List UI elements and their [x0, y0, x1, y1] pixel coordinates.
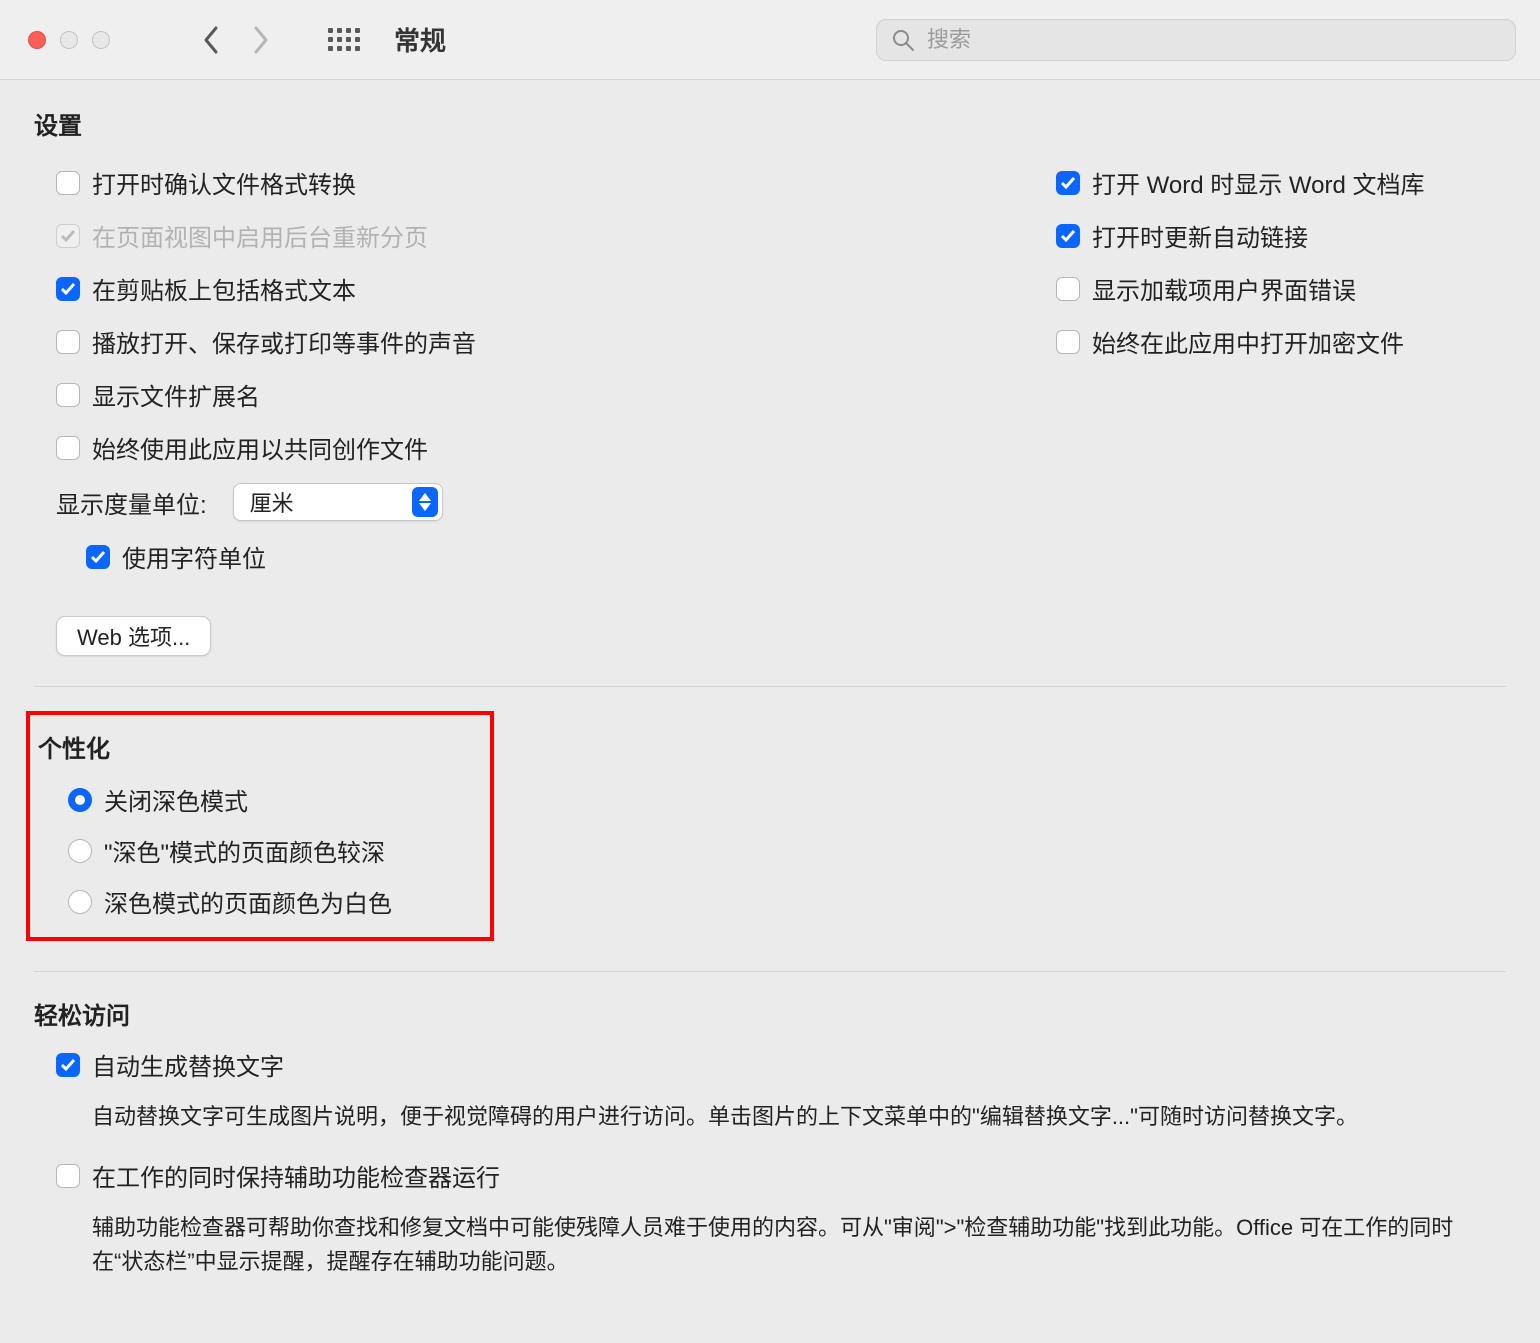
- checkbox-label: 始终使用此应用以共同创作文件: [92, 430, 428, 465]
- radio-dark-off[interactable]: 关闭深色模式: [68, 782, 480, 817]
- section-title-personalization: 个性化: [38, 729, 480, 764]
- divider: [34, 686, 1506, 687]
- checkbox: [56, 224, 80, 248]
- setting-coauthor-files[interactable]: 始终使用此应用以共同创作文件: [56, 430, 1032, 465]
- checkbox-label: 自动生成替换文字: [92, 1047, 284, 1082]
- close-window-button[interactable]: [28, 31, 46, 49]
- checkbox-label: 在剪贴板上包括格式文本: [92, 271, 356, 306]
- measurement-select[interactable]: 厘米: [233, 483, 443, 521]
- checkbox-label: 在页面视图中启用后台重新分页: [92, 218, 428, 253]
- toolbar: 常规: [0, 0, 1540, 80]
- checkbox-label: 显示加载项用户界面错误: [1092, 271, 1356, 306]
- nav-arrows: [200, 28, 272, 52]
- measure-label: 显示度量单位:: [56, 485, 207, 520]
- setting-show-extensions[interactable]: 显示文件扩展名: [56, 377, 1032, 412]
- search-input[interactable]: [927, 27, 1501, 53]
- checkbox[interactable]: [1056, 171, 1080, 195]
- setting-update-links[interactable]: 打开时更新自动链接: [1056, 218, 1506, 253]
- search-box[interactable]: [876, 19, 1516, 61]
- setting-addin-ui-errors[interactable]: 显示加载项用户界面错误: [1056, 271, 1506, 306]
- divider: [34, 971, 1506, 972]
- chevron-right-icon: [250, 25, 270, 55]
- setting-show-gallery[interactable]: 打开 Word 时显示 Word 文档库: [1056, 165, 1506, 200]
- setting-background-repagination: 在页面视图中启用后台重新分页: [56, 218, 1032, 253]
- checkbox-label: 在工作的同时保持辅助功能检查器运行: [92, 1158, 500, 1193]
- settings-right-column: 打开 Word 时显示 Word 文档库 打开时更新自动链接 显示加载项用户界面…: [1056, 157, 1506, 656]
- settings-left-column: 打开时确认文件格式转换 在页面视图中启用后台重新分页 在剪贴板上包括格式文本 播…: [34, 157, 1032, 656]
- checkbox[interactable]: [56, 436, 80, 460]
- maximize-window-button[interactable]: [92, 31, 110, 49]
- web-options-button[interactable]: Web 选项...: [56, 616, 211, 656]
- checkbox[interactable]: [56, 330, 80, 354]
- radio-dark-page-dark[interactable]: "深色"模式的页面颜色较深: [68, 833, 480, 868]
- checkbox[interactable]: [56, 171, 80, 195]
- setting-confirm-conversion[interactable]: 打开时确认文件格式转换: [56, 165, 1032, 200]
- checkbox-label: 打开时确认文件格式转换: [92, 165, 356, 200]
- back-button[interactable]: [200, 28, 224, 52]
- checkbox[interactable]: [56, 1053, 80, 1077]
- updown-icon: [412, 487, 438, 517]
- content: 设置 打开时确认文件格式转换 在页面视图中启用后台重新分页 在剪贴板上包括格式文…: [0, 80, 1540, 1343]
- setting-use-char-unit[interactable]: 使用字符单位: [86, 539, 1032, 574]
- setting-measurement-unit: 显示度量单位: 厘米: [56, 483, 1032, 521]
- radio[interactable]: [68, 788, 92, 812]
- setting-play-sounds[interactable]: 播放打开、保存或打印等事件的声音: [56, 324, 1032, 359]
- section-title-accessibility: 轻松访问: [34, 996, 1506, 1031]
- forward-button[interactable]: [248, 28, 272, 52]
- checkbox-label: 播放打开、保存或打印等事件的声音: [92, 324, 476, 359]
- page-title: 常规: [394, 21, 446, 58]
- checkbox[interactable]: [56, 277, 80, 301]
- setting-keep-accessibility-checker[interactable]: 在工作的同时保持辅助功能检查器运行: [56, 1158, 1506, 1193]
- section-title-settings: 设置: [34, 106, 1506, 141]
- checkbox-label: 使用字符单位: [122, 539, 266, 574]
- checkbox[interactable]: [1056, 277, 1080, 301]
- helper-text-auto-alt: 自动替换文字可生成图片说明，便于视觉障碍的用户进行访问。单击图片的上下文菜单中的…: [92, 1100, 1472, 1134]
- select-value: 厘米: [250, 486, 294, 518]
- radio[interactable]: [68, 839, 92, 863]
- setting-open-encrypted[interactable]: 始终在此应用中打开加密文件: [1056, 324, 1506, 359]
- chevron-left-icon: [202, 25, 222, 55]
- helper-text-accessibility-checker: 辅助功能检查器可帮助你查找和修复文档中可能使残障人员难于使用的内容。可从"审阅"…: [92, 1211, 1472, 1279]
- radio-label: 深色模式的页面颜色为白色: [104, 884, 392, 919]
- radio-label: "深色"模式的页面颜色较深: [104, 833, 385, 868]
- settings-columns: 打开时确认文件格式转换 在页面视图中启用后台重新分页 在剪贴板上包括格式文本 播…: [34, 157, 1506, 656]
- checkbox[interactable]: [56, 1164, 80, 1188]
- checkbox-label: 打开 Word 时显示 Word 文档库: [1092, 165, 1424, 200]
- checkbox[interactable]: [1056, 330, 1080, 354]
- checkbox-label: 始终在此应用中打开加密文件: [1092, 324, 1404, 359]
- radio-label: 关闭深色模式: [104, 782, 248, 817]
- checkbox[interactable]: [86, 545, 110, 569]
- personalization-section-highlight: 个性化 关闭深色模式 "深色"模式的页面颜色较深 深色模式的页面颜色为白色: [26, 711, 494, 941]
- button-label: Web 选项...: [77, 620, 190, 652]
- search-icon: [891, 28, 915, 52]
- apps-grid-button[interactable]: [328, 28, 360, 51]
- radio-dark-page-white[interactable]: 深色模式的页面颜色为白色: [68, 884, 480, 919]
- minimize-window-button[interactable]: [60, 31, 78, 49]
- radio[interactable]: [68, 890, 92, 914]
- setting-auto-alt-text[interactable]: 自动生成替换文字: [56, 1047, 1506, 1082]
- checkbox[interactable]: [1056, 224, 1080, 248]
- window-controls: [28, 31, 110, 49]
- setting-clipboard-formatted[interactable]: 在剪贴板上包括格式文本: [56, 271, 1032, 306]
- checkbox-label: 打开时更新自动链接: [1092, 218, 1308, 253]
- checkbox-label: 显示文件扩展名: [92, 377, 260, 412]
- checkbox[interactable]: [56, 383, 80, 407]
